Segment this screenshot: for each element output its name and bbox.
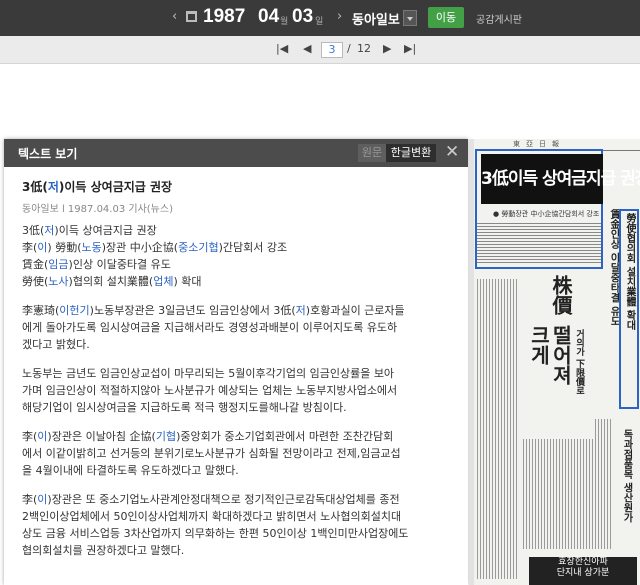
go-button[interactable]: 이동 (428, 7, 464, 28)
chevron-down-icon (407, 17, 413, 21)
article-subhead: 勞使(노사)협의회 설치業體(업체) 확대 (22, 275, 202, 288)
article-paragraph-line: 에게 돌아가도록 임시상여금을 지급해서라도 경영성과배분이 이루어지도록 유도… (22, 321, 398, 334)
date-navigation-bar: ‹ 1987 04 월 03 일 › 동아일보 이동 공감게시판 (0, 0, 640, 36)
article-paragraph-line: 2백인이상업체에서 50인이상사업체까지 확대하겠다고 밝히면서 노사협의회설치… (22, 510, 402, 523)
total-pages: 12 (357, 42, 371, 55)
text-view-panel: 텍스트 보기 원문 한글변환 ✕ 3低(저)이득 상여금지급 권장 동아일보 l… (4, 139, 468, 585)
scan-big-subhead: 거의가 下限價로 (574, 329, 584, 396)
scan-bottom-ad: 효창한신아파 단지내 상가분 (529, 557, 637, 585)
article-paragraph-line: 협의회설치를 권장하겠다고 말했다. (22, 544, 185, 557)
page-pager: |◀ ◀ 3 / 12 ▶ ▶| (0, 36, 640, 64)
scan-right-headline: 독과점품목 생산원가 (621, 429, 632, 523)
article-paragraph-line: 노동부는 금년도 임금인상교섭이 마무리되는 5월이후각기업의 임금인상률을 보… (22, 367, 395, 380)
article-title: 3低(저)이득 상여금지급 권장 (22, 180, 173, 194)
newspaper-dropdown-button[interactable] (403, 10, 417, 26)
board-link[interactable]: 공감게시판 (476, 11, 522, 26)
article-meta: 동아일보 l 1987.04.03 기사(뉴스) (22, 204, 173, 215)
article-subhead: 3低(저)이득 상여금지급 권장 (22, 224, 157, 237)
next-date-icon[interactable]: › (337, 9, 342, 24)
newspaper-scan-image[interactable]: 東亞日報 3低이득 상여금지급 권장 ● 勞動장관 中小企協간담회서 강조 賃金… (469, 139, 640, 585)
article-paragraph-line: 李(이)장관은 또 중소기업노사관계안정대책으로 정기적인근로감독대상업체를 종… (22, 493, 400, 506)
article-paragraph-line: 李憲琦(이헌기)노동부장관은 3일금년도 임금인상에서 3低(저)호황과실이 근… (22, 304, 405, 317)
month-selector[interactable]: 04 (258, 5, 279, 29)
page-separator: / (347, 42, 351, 55)
article-subhead: 李(이) 勞動(노동)장관 中小企協(중소기협)간담회서 강조 (22, 241, 288, 254)
scan-headline: 3低이득 상여금지급 권장 (481, 154, 640, 204)
day-selector[interactable]: 03 (292, 5, 313, 29)
scan-text-column (477, 279, 517, 579)
calendar-icon[interactable] (186, 11, 197, 22)
text-view-header: 텍스트 보기 원문 한글변환 ✕ (4, 139, 468, 167)
scan-big-headline: 떨어져 (549, 325, 573, 385)
tab-hangul[interactable]: 한글변환 (386, 144, 436, 162)
first-page-icon[interactable]: |◀ (276, 42, 288, 55)
article-paragraph-line: 겠다고 밝혔다. (22, 338, 90, 351)
article-paragraph-line: 에서 이같이밝히고 선거등의 분위기로노사분규가 심화될 전망이라고 전제,임금… (22, 447, 401, 460)
last-page-icon[interactable]: ▶| (404, 42, 416, 55)
article-paragraph-line: 해당기업이 임시상여금을 지급하도록 적극 행정지도를해나갈 방침이다. (22, 401, 347, 414)
year-selector[interactable]: 1987 (203, 5, 245, 29)
prev-date-icon[interactable]: ‹ (172, 9, 177, 24)
newspaper-selector[interactable]: 동아일보 (352, 9, 400, 28)
scan-big-headline: 株價 (549, 275, 573, 315)
day-unit-label: 일 (315, 17, 324, 27)
article-body: 3低(저)이득 상여금지급 권장 동아일보 l 1987.04.03 기사(뉴스… (4, 167, 452, 559)
current-page-input[interactable]: 3 (321, 42, 343, 58)
text-view-title: 텍스트 보기 (18, 147, 78, 161)
article-subhead: 賃金(임금)인상 이달중타결 유도 (22, 258, 171, 271)
scan-side-headline-2: 勞使협의회 설치業體 확대 (624, 213, 635, 330)
scan-text-column (523, 439, 593, 549)
tab-original[interactable]: 원문 (358, 144, 386, 162)
scan-subhead: ● 勞動장관 中小企協간담회서 강조 (493, 210, 600, 218)
prev-page-icon[interactable]: ◀ (303, 42, 311, 55)
close-icon[interactable]: ✕ (445, 142, 459, 162)
article-paragraph-line: 상도 금융 서비스업등 3차산업까지 의무화하는 한편 50인이상 1백인미만사… (22, 527, 409, 540)
next-page-icon[interactable]: ▶ (383, 42, 391, 55)
month-unit-label: 월 (280, 17, 289, 27)
article-paragraph-line: 李(이)장관은 이날아침 企協(기협)중앙회가 중소기업회관에서 마련한 조찬간… (22, 430, 394, 443)
article-paragraph-line: 가며 임금인상이 적절하지않아 노사분규가 예상되는 업체는 노동부지방사업소에… (22, 384, 398, 397)
scan-text-block (477, 223, 601, 265)
scan-text-column (595, 419, 611, 549)
article-paragraph-line: 을 4월이내에 타결하도록 유도하겠다고 말했다. (22, 464, 239, 477)
